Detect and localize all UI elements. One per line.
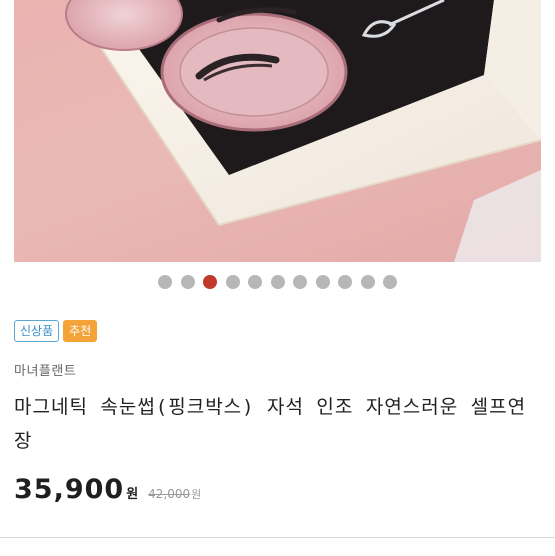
gallery-pagination	[0, 275, 555, 289]
price-block: 35,900 원 42,000 원	[14, 474, 201, 505]
recommended-badge: 추천	[63, 320, 98, 342]
gallery-dot[interactable]	[360, 275, 375, 289]
gallery-dot[interactable]	[338, 275, 352, 289]
bottom-divider	[0, 537, 555, 556]
sale-price-unit: 원	[126, 487, 139, 502]
gallery-dot[interactable]	[270, 275, 285, 289]
gallery-dot[interactable]	[383, 275, 397, 289]
new-product-badge: 신상품	[14, 320, 60, 342]
gallery-dot[interactable]	[248, 275, 262, 289]
gallery-dot[interactable]	[315, 275, 330, 289]
brand-name[interactable]: 마녀플랜트	[14, 360, 76, 379]
sale-price: 35,900	[14, 474, 125, 505]
gallery-dot[interactable]	[225, 275, 240, 289]
product-title: 마그네틱 속눈썹(핑크박스) 자석 인조 자연스러운 셀프연장	[14, 396, 527, 452]
gallery-dot[interactable]	[203, 275, 217, 289]
product-image[interactable]	[14, 0, 541, 262]
gallery-dot[interactable]	[293, 275, 307, 289]
original-price: 42,000	[148, 487, 191, 501]
original-price-unit: 원	[191, 488, 202, 501]
gallery-dot[interactable]	[180, 275, 195, 289]
gallery-dot[interactable]	[158, 275, 172, 289]
badge-group: 신상품 추천	[14, 320, 98, 342]
